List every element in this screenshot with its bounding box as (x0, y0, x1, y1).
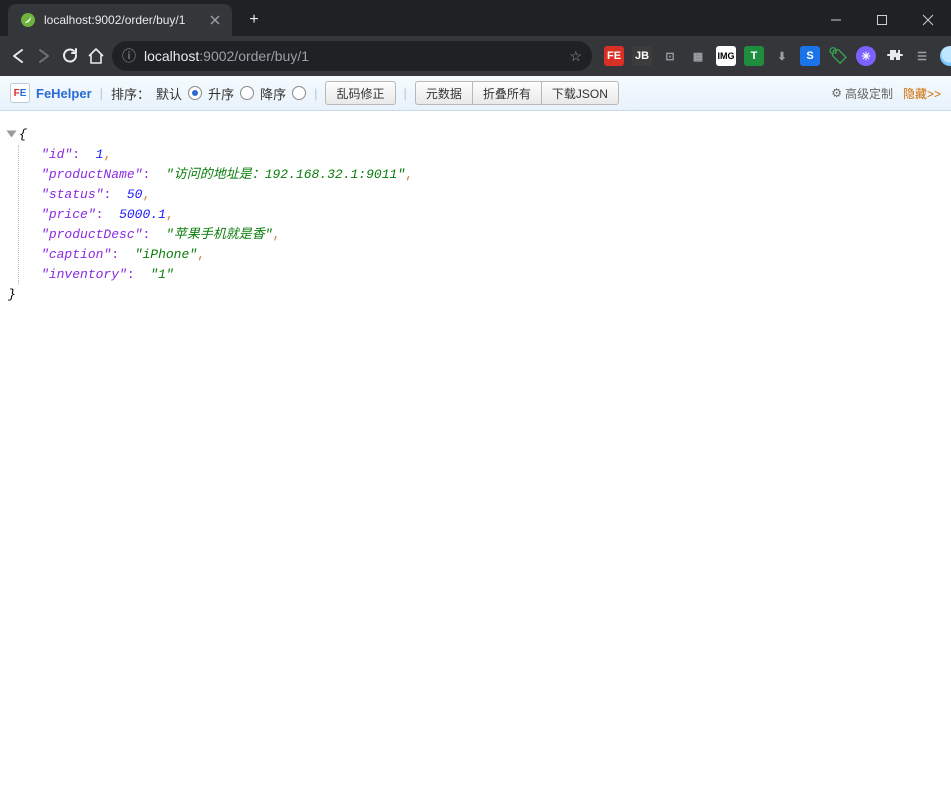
window-controls (813, 4, 951, 36)
sort-default-label: 默认 (156, 84, 182, 103)
home-button[interactable] (86, 42, 106, 70)
sort-group: 排序： 默认 升序 降序 (111, 84, 306, 103)
forward-button[interactable] (34, 42, 54, 70)
hide-bar-link[interactable]: 隐藏>> (903, 85, 941, 102)
extensions-row: FE JB ⊡ ▦ IMG T ⬇ S 🏷 ✳ ☰ ⋮ (604, 46, 951, 66)
ext-download-icon[interactable]: ⬇ (772, 46, 792, 66)
json-row[interactable]: "status": 50, (41, 185, 943, 205)
json-row[interactable]: "id": 1, (41, 145, 943, 165)
ext-s-icon[interactable]: S (800, 46, 820, 66)
address-bar[interactable]: ⓘ localhost:9002/order/buy/1 ☆ (112, 41, 592, 71)
json-object-body: "id": 1, "productName": "访问的地址是：192.168.… (18, 145, 943, 285)
ext-tag-icon[interactable]: 🏷 (828, 46, 848, 66)
ext-jb-icon[interactable]: JB (632, 46, 652, 66)
fehelper-logo-icon: FE (10, 83, 30, 103)
browser-toolbar: ⓘ localhost:9002/order/buy/1 ☆ FE JB ⊡ ▦… (0, 36, 951, 76)
sort-label: 排序： (111, 84, 150, 103)
fehelper-brand: FeHelper (36, 86, 92, 101)
minimize-button[interactable] (813, 4, 859, 36)
ext-grid-icon[interactable]: ▦ (688, 46, 708, 66)
open-brace: { (19, 127, 27, 142)
json-row[interactable]: "productDesc": "苹果手机就是香", (41, 225, 943, 245)
json-row[interactable]: "inventory": "1" (41, 265, 943, 285)
new-tab-button[interactable]: + (240, 6, 268, 34)
advanced-settings-link[interactable]: ⚙高级定制 (831, 85, 893, 102)
browser-window: localhost:9002/order/buy/1 + ⓘ localhost… (0, 0, 951, 799)
separator: | (404, 86, 407, 101)
json-row[interactable]: "caption": "iPhone", (41, 245, 943, 265)
json-viewer: { "id": 1, "productName": "访问的地址是：192.16… (0, 111, 951, 799)
fehelper-toolbar: FE FeHelper | 排序： 默认 升序 降序 | 乱码修正 | 元数据 … (0, 76, 951, 111)
button-group: 元数据 折叠所有 下载JSON (415, 81, 619, 105)
profile-avatar[interactable] (940, 46, 951, 66)
page-content: FE FeHelper | 排序： 默认 升序 降序 | 乱码修正 | 元数据 … (0, 76, 951, 799)
metadata-button[interactable]: 元数据 (415, 81, 473, 105)
browser-tab[interactable]: localhost:9002/order/buy/1 (8, 4, 232, 36)
back-button[interactable] (8, 42, 28, 70)
separator: | (314, 86, 317, 101)
reload-button[interactable] (60, 42, 80, 70)
ext-circle-icon[interactable]: ✳ (856, 46, 876, 66)
close-window-button[interactable] (905, 4, 951, 36)
maximize-button[interactable] (859, 4, 905, 36)
fehelper-right: ⚙高级定制 隐藏>> (831, 85, 941, 102)
ext-fe-icon[interactable]: FE (604, 46, 624, 66)
sort-asc-radio[interactable] (240, 86, 254, 100)
extensions-puzzle-icon[interactable] (884, 46, 904, 66)
site-info-icon[interactable]: ⓘ (122, 46, 136, 66)
bookmark-star-icon[interactable]: ☆ (569, 48, 582, 65)
tab-close-icon[interactable] (210, 15, 220, 25)
ext-t-icon[interactable]: T (744, 46, 764, 66)
reading-list-icon[interactable]: ☰ (912, 46, 932, 66)
encoding-fix-button[interactable]: 乱码修正 (325, 81, 395, 105)
download-json-button[interactable]: 下载JSON (542, 81, 619, 105)
fehelper-logo[interactable]: FE FeHelper (10, 83, 92, 103)
ext-img-icon[interactable]: IMG (716, 46, 736, 66)
collapse-all-button[interactable]: 折叠所有 (473, 81, 542, 105)
tab-title: localhost:9002/order/buy/1 (44, 13, 202, 27)
titlebar: localhost:9002/order/buy/1 + (0, 0, 951, 36)
spring-favicon (20, 12, 36, 28)
close-brace: } (8, 287, 16, 302)
separator: | (100, 86, 103, 101)
sort-asc-label: 升序 (208, 84, 234, 103)
ext-restore-icon[interactable]: ⊡ (660, 46, 680, 66)
sort-default-radio[interactable] (188, 86, 202, 100)
gear-icon: ⚙ (831, 86, 842, 100)
json-row[interactable]: "price": 5000.1, (41, 205, 943, 225)
url-text: localhost:9002/order/buy/1 (144, 48, 309, 64)
sort-desc-radio[interactable] (292, 86, 306, 100)
collapse-toggle-icon[interactable] (7, 130, 17, 137)
json-row[interactable]: "productName": "访问的地址是：192.168.32.1:9011… (41, 165, 943, 185)
sort-desc-label: 降序 (260, 84, 286, 103)
